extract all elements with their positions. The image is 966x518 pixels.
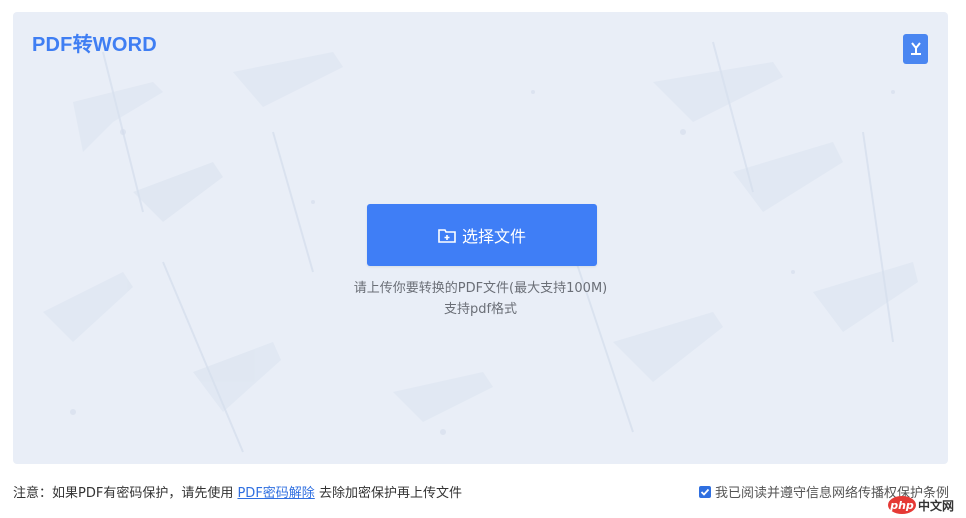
pdf-password-remove-link[interactable]: PDF密码解除 xyxy=(237,486,314,501)
format-hint: 支持pdf格式 xyxy=(443,302,518,317)
page-title: PDF转WORD xyxy=(32,34,157,56)
folder-add-icon xyxy=(438,229,456,243)
watermark-text: 中文网 xyxy=(918,498,955,513)
site-watermark: php 中文网 xyxy=(888,496,954,514)
agree-checkbox[interactable] xyxy=(699,485,711,498)
choose-file-button[interactable]: 选择文件 xyxy=(367,204,597,266)
checkmark-icon xyxy=(700,488,710,496)
download-icon xyxy=(910,42,921,55)
notice-suffix: 去除加密保护再上传文件 xyxy=(318,486,462,501)
download-button[interactable] xyxy=(903,34,928,64)
choose-file-label: 选择文件 xyxy=(461,227,526,246)
upload-hint: 请上传你要转换的PDF文件(最大支持100M) xyxy=(353,281,608,296)
php-logo: php xyxy=(888,496,916,514)
password-notice: 注意：如果PDF有密码保护，请先使用 PDF密码解除 去除加密保护再上传文件 xyxy=(13,482,462,501)
notice-prefix: 注意：如果PDF有密码保护，请先使用 xyxy=(13,486,234,501)
upload-panel: PDF转WORD 选择文件 请上传你要转换的PDF文件(最大支持100M) 支持… xyxy=(13,12,948,464)
